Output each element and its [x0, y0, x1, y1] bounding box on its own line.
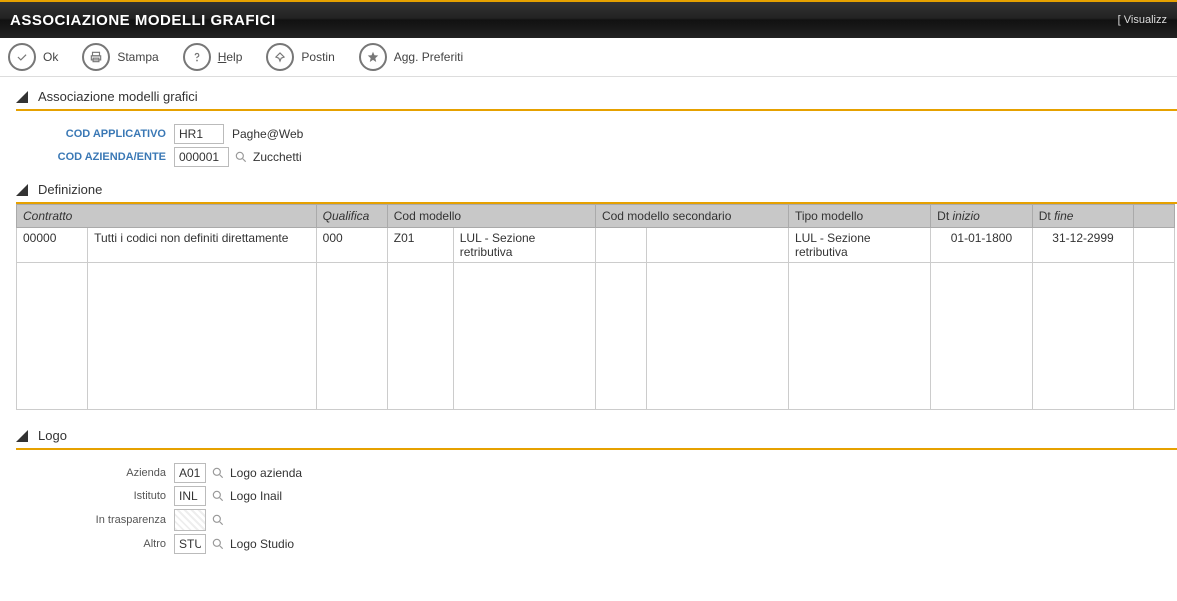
col-dt-inizio[interactable]: Dt inizio — [931, 205, 1033, 228]
search-icon[interactable] — [233, 149, 249, 165]
title-bar: ASSOCIAZIONE MODELLI GRAFICI [ Visualizz — [0, 0, 1177, 38]
definition-table: Contratto Qualifica Cod modello Cod mode… — [16, 204, 1175, 410]
col-cod-modello-sec[interactable]: Cod modello secondario — [595, 205, 788, 228]
cod-azienda-label: COD AZIENDA/ENTE — [16, 151, 174, 163]
cod-applicativo-input[interactable] — [174, 124, 224, 144]
search-icon[interactable] — [210, 465, 226, 481]
section-logo[interactable]: Logo — [16, 424, 1177, 450]
azienda-input[interactable] — [174, 463, 206, 483]
collapse-icon — [16, 184, 28, 196]
pin-icon — [266, 43, 294, 71]
cod-applicativo-desc: Paghe@Web — [232, 127, 532, 141]
trasparenza-label: In trasparenza — [16, 514, 174, 526]
star-icon — [359, 43, 387, 71]
question-icon — [183, 43, 211, 71]
print-button[interactable]: Stampa — [82, 43, 158, 71]
section-definizione[interactable]: Definizione — [16, 178, 1177, 204]
trasparenza-input[interactable] — [174, 509, 206, 531]
istituto-label: Istituto — [16, 490, 174, 502]
col-dt-fine[interactable]: Dt fine — [1032, 205, 1134, 228]
cod-applicativo-label: COD APPLICATIVO — [16, 128, 174, 140]
table-row[interactable]: 00000 Tutti i codici non definiti dirett… — [17, 228, 1175, 263]
altro-input[interactable] — [174, 534, 206, 554]
azienda-label: Azienda — [16, 467, 174, 479]
search-icon[interactable] — [210, 536, 226, 552]
azienda-desc: Logo azienda — [230, 466, 530, 480]
collapse-icon — [16, 91, 28, 103]
col-cod-modello[interactable]: Cod modello — [387, 205, 595, 228]
col-tipo-modello[interactable]: Tipo modello — [788, 205, 930, 228]
cod-azienda-input[interactable] — [174, 147, 229, 167]
help-button[interactable]: Help — [183, 43, 243, 71]
postin-button[interactable]: Postin — [266, 43, 334, 71]
toolbar: Ok Stampa Help Postin Agg. Preferiti — [0, 38, 1177, 77]
altro-label: Altro — [16, 538, 174, 550]
add-favorite-button[interactable]: Agg. Preferiti — [359, 43, 463, 71]
istituto-input[interactable] — [174, 486, 206, 506]
section-associazione[interactable]: Associazione modelli grafici — [16, 85, 1177, 111]
page-title: ASSOCIAZIONE MODELLI GRAFICI — [10, 12, 276, 29]
search-icon[interactable] — [210, 512, 226, 528]
col-contratto[interactable]: Contratto — [17, 205, 317, 228]
view-link[interactable]: [ Visualizz — [1118, 14, 1167, 26]
altro-desc: Logo Studio — [230, 537, 530, 551]
collapse-icon — [16, 430, 28, 442]
search-icon[interactable] — [210, 488, 226, 504]
table-empty-area — [17, 263, 1175, 410]
check-icon — [8, 43, 36, 71]
col-extra — [1134, 205, 1175, 228]
ok-button[interactable]: Ok — [8, 43, 58, 71]
col-qualifica[interactable]: Qualifica — [316, 205, 387, 228]
cod-azienda-desc: Zucchetti — [253, 150, 553, 164]
table-header-row: Contratto Qualifica Cod modello Cod mode… — [17, 205, 1175, 228]
istituto-desc: Logo Inail — [230, 489, 530, 503]
printer-icon — [82, 43, 110, 71]
